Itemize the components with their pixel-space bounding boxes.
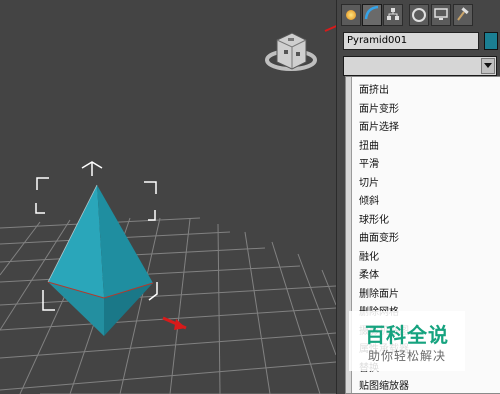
hierarchy-icon: [386, 6, 400, 25]
hammer-icon: [456, 6, 470, 25]
display-monitor-icon: [434, 6, 448, 25]
modify-arc-icon: [364, 5, 380, 25]
hierarchy-tab[interactable]: [383, 4, 403, 26]
motion-tab[interactable]: [409, 4, 429, 26]
modifier-list-item[interactable]: 曲面变形: [359, 229, 399, 244]
modifier-list-item[interactable]: 面挤出: [359, 81, 389, 96]
modifier-list-item[interactable]: 球形化: [359, 211, 389, 226]
red-arrow-viewport: [162, 316, 187, 330]
modifier-list-item[interactable]: 柔体: [359, 266, 379, 281]
watermark-subtitle: 助你轻松解决: [367, 349, 446, 363]
chevron-down-icon[interactable]: [481, 58, 495, 74]
modifier-list-item[interactable]: 平滑: [359, 155, 379, 170]
modifier-list-item[interactable]: 切片: [359, 174, 379, 189]
ground-grid: [0, 217, 336, 394]
modifier-list-item[interactable]: 面片变形: [359, 100, 399, 115]
viewcube-icon[interactable]: [265, 32, 317, 71]
modifier-list-item[interactable]: 倾斜: [359, 192, 379, 207]
modifier-list-dropdown[interactable]: [343, 56, 497, 76]
red-arrow-panel: [324, 25, 336, 32]
utilities-tab[interactable]: [453, 4, 473, 26]
watermark-title: 百科全说: [365, 323, 449, 347]
modifier-list-item[interactable]: 融化: [359, 248, 379, 263]
object-color-swatch[interactable]: [484, 32, 498, 50]
create-tab[interactable]: [341, 4, 361, 26]
modifier-list-item[interactable]: 面片选择: [359, 118, 399, 133]
watermark-logo: 百科全说 助你轻松解决: [349, 311, 465, 371]
motion-circle-icon: [412, 8, 426, 22]
display-tab[interactable]: [431, 4, 451, 26]
modifier-list-item[interactable]: 扭曲: [359, 137, 379, 152]
perspective-viewport[interactable]: [0, 0, 336, 394]
modifier-list-item[interactable]: 删除面片: [359, 285, 399, 300]
sun-icon: [346, 10, 356, 20]
modify-tab[interactable]: [362, 4, 382, 26]
viewport-scene: [0, 25, 336, 394]
object-name-field[interactable]: Pyramid001: [343, 32, 479, 50]
pyramid-object[interactable]: [47, 184, 154, 336]
modifier-list-item[interactable]: 贴图缩放器: [359, 377, 409, 392]
